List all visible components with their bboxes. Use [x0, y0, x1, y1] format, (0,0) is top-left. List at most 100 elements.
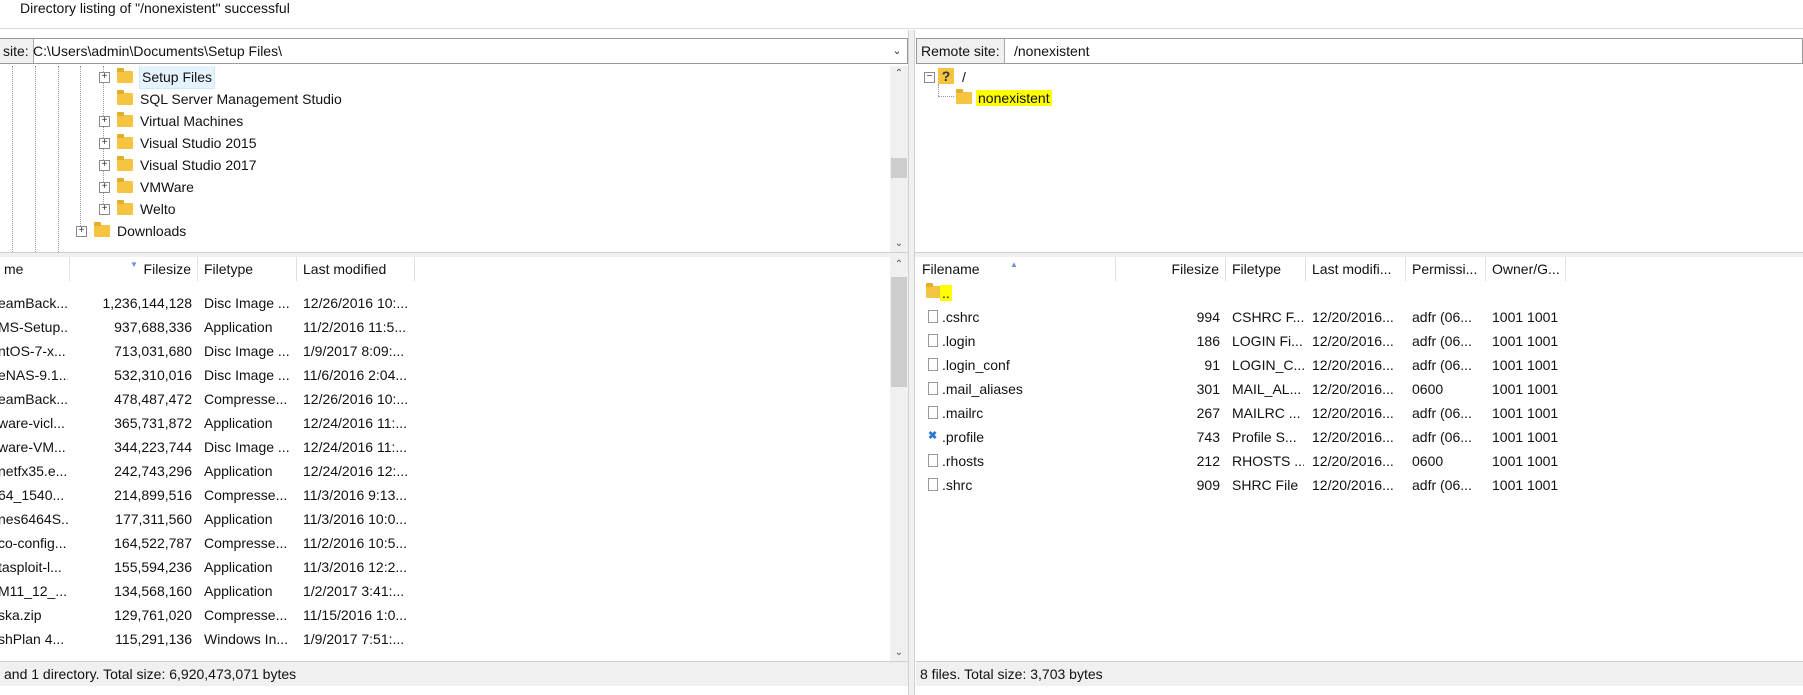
folder-icon [117, 178, 133, 193]
table-row[interactable]: nes6464S... 177,311,560 Application 11/3/20… [0, 507, 420, 531]
cell-perm: adfr (06... [1412, 477, 1472, 493]
table-row[interactable]: tasploit-l... 155,594,236 Application 11/3/… [0, 555, 420, 579]
col-header-filetype[interactable]: Filetype [1226, 257, 1306, 281]
cell-size: 134,568,160 [114, 583, 192, 599]
cell-type: MAILRC ... [1232, 405, 1301, 421]
cell-owner: 1001 1001 [1492, 477, 1559, 493]
cell-size: 155,594,236 [114, 559, 192, 575]
cell-type: Compresse... [204, 607, 288, 623]
cell-name: MS-Setup... [0, 319, 68, 335]
cell-name: .mail_aliases [942, 381, 1023, 397]
pane-splitter-vertical[interactable] [908, 30, 915, 695]
cell-name: .shrc [942, 477, 973, 493]
cell-modified: 1/9/2017 8:09:... [303, 343, 405, 359]
tree-item-label: VMWare [140, 179, 194, 195]
scroll-up-icon[interactable]: ⌃ [890, 66, 908, 82]
remote-footer: 8 files. Total size: 3,703 bytes [916, 661, 1803, 686]
file-icon [928, 454, 938, 467]
col-header-modified[interactable]: Last modifi... [1306, 257, 1406, 281]
table-row[interactable]: eamBack... 478,487,472 Compresse... 12/26/2… [0, 387, 420, 411]
cell-size: 91 [1204, 357, 1220, 373]
remote-site-path-input[interactable]: /nonexistent [1014, 39, 1090, 63]
folder-icon [117, 90, 133, 105]
table-row[interactable]: 64_1540... 214,899,516 Compresse... 11/3/20… [0, 483, 420, 507]
col-header-filesize[interactable]: Filesize [1116, 257, 1226, 281]
list-item-parent[interactable]: .. [916, 281, 1576, 305]
cell-name: nes6464S... [0, 511, 68, 527]
table-row[interactable]: shPlan 4... 115,291,136 Windows In... 1/9/2… [0, 627, 420, 651]
cell-owner: 1001 1001 [1492, 333, 1559, 349]
cell-owner: 1001 1001 [1492, 309, 1559, 325]
table-row[interactable]: co-config... 164,522,787 Compresse... 11/2/… [0, 531, 420, 555]
cell-modified: 11/2/2016 10:5... [303, 535, 408, 551]
col-header-filesize[interactable]: ▼ Filesize [70, 257, 198, 281]
tree-item-label: Visual Studio 2017 [140, 157, 257, 173]
expand-icon[interactable]: + [99, 160, 110, 171]
cell-size: 242,743,296 [114, 463, 192, 479]
table-row[interactable]: ntOS-7-x... 713,031,680 Disc Image ... 1/9/… [0, 339, 420, 363]
table-row[interactable]: ware-VM... 344,223,744 Disc Image ... 12/24… [0, 435, 420, 459]
cell-modified: 12/24/2016 12:... [303, 463, 409, 479]
expand-icon[interactable]: + [99, 138, 110, 149]
local-tree-scrollbar[interactable]: ⌃ ⌄ [890, 66, 908, 252]
col-header-filename[interactable]: Filename ▲ [916, 257, 1116, 281]
cell-name: ska.zip [0, 607, 42, 623]
table-row[interactable]: .login_conf 91 LOGIN_C... 12/20/2016... adfr… [916, 353, 1576, 377]
cell-type: LOGIN Fi... [1232, 333, 1303, 349]
expand-icon[interactable]: + [99, 116, 110, 127]
cell-name: M11_12_... [0, 583, 68, 599]
collapse-icon[interactable]: − [924, 72, 935, 83]
cell-owner: 1001 1001 [1492, 357, 1559, 373]
table-row[interactable]: .mailrc 267 MAILRC ... 12/20/2016... adfr (0… [916, 401, 1576, 425]
scroll-thumb[interactable] [891, 277, 907, 387]
local-list-scrollbar[interactable]: ⌃ ⌄ [890, 257, 908, 661]
table-row[interactable]: ska.zip 129,761,020 Compresse... 11/15/2016… [0, 603, 420, 627]
col-header-name[interactable]: me [0, 257, 70, 281]
cell-modified: 12/20/2016... [1312, 333, 1394, 349]
table-row[interactable]: netfx35.e... 242,743,296 Application 12/24/… [0, 459, 420, 483]
remote-site-label: Remote site: [917, 39, 1005, 63]
col-header-owner[interactable]: Owner/G... [1486, 257, 1566, 281]
scroll-up-icon[interactable]: ⌃ [890, 257, 908, 273]
table-row[interactable]: ✖ .profile 743 Profile S... 12/20/2016... adf… [916, 425, 1576, 449]
col-header-permissions[interactable]: Permissi... [1406, 257, 1486, 281]
cell-size: 115,291,136 [115, 631, 192, 647]
table-row[interactable]: .cshrc 994 CSHRC F... 12/20/2016... adfr (06… [916, 305, 1576, 329]
table-row[interactable]: ware-vicl... 365,731,872 Application 12/24/… [0, 411, 420, 435]
expand-icon[interactable]: + [99, 182, 110, 193]
cell-size: 1,236,144,128 [102, 295, 192, 311]
local-site-path-input[interactable]: C:\Users\admin\Documents\Setup Files\ [33, 39, 282, 63]
cell-type: Compresse... [204, 391, 288, 407]
table-row[interactable]: .shrc 909 SHRC File 12/20/2016... adfr (06..… [916, 473, 1576, 497]
cell-modified: 11/3/2016 12:2... [303, 559, 408, 575]
scroll-thumb[interactable] [891, 158, 907, 178]
cell-owner: 1001 1001 [1492, 429, 1559, 445]
cell-modified: 11/6/2016 2:04... [303, 367, 408, 383]
file-icon [928, 382, 938, 395]
scroll-down-icon[interactable]: ⌄ [890, 236, 908, 252]
table-row[interactable]: .rhosts 212 RHOSTS ... 12/20/2016... 0600 100… [916, 449, 1576, 473]
cell-size: 532,310,016 [114, 367, 192, 383]
table-row[interactable]: eamBack... 1,236,144,128 Disc Image ... 12/… [0, 291, 420, 315]
cell-type: Application [204, 511, 273, 527]
remote-site-bar: Remote site: /nonexistent [916, 38, 1803, 64]
expand-icon[interactable]: + [76, 226, 87, 237]
col-header-modified[interactable]: Last modified [297, 257, 415, 281]
cell-type: Compresse... [204, 535, 288, 551]
scroll-down-icon[interactable]: ⌄ [890, 645, 908, 661]
table-row[interactable]: MS-Setup... 937,688,336 Application 11/2/20… [0, 315, 420, 339]
folder-icon [117, 200, 133, 215]
expand-icon[interactable]: + [99, 72, 110, 83]
table-row[interactable]: M11_12_... 134,568,160 Application 1/2/2017… [0, 579, 420, 603]
cell-type: Application [204, 319, 273, 335]
table-row[interactable]: .login 186 LOGIN Fi... 12/20/2016... adfr (0… [916, 329, 1576, 353]
local-site-dropdown-icon[interactable]: ⌄ [889, 39, 905, 63]
table-row[interactable]: .mail_aliases 301 MAIL_AL... 12/20/2016... 0… [916, 377, 1576, 401]
cell-modified: 12/20/2016... [1312, 357, 1394, 373]
cell-name: ware-vicl... [0, 415, 65, 431]
col-header-filetype[interactable]: Filetype [198, 257, 297, 281]
table-row[interactable]: eNAS-9.1... 532,310,016 Disc Image ... 11/6… [0, 363, 420, 387]
expand-icon[interactable]: + [99, 204, 110, 215]
remote-file-list: Filename ▲ Filesize Filetype Last modifi.… [916, 257, 1803, 661]
cell-modified: 12/20/2016... [1312, 477, 1394, 493]
